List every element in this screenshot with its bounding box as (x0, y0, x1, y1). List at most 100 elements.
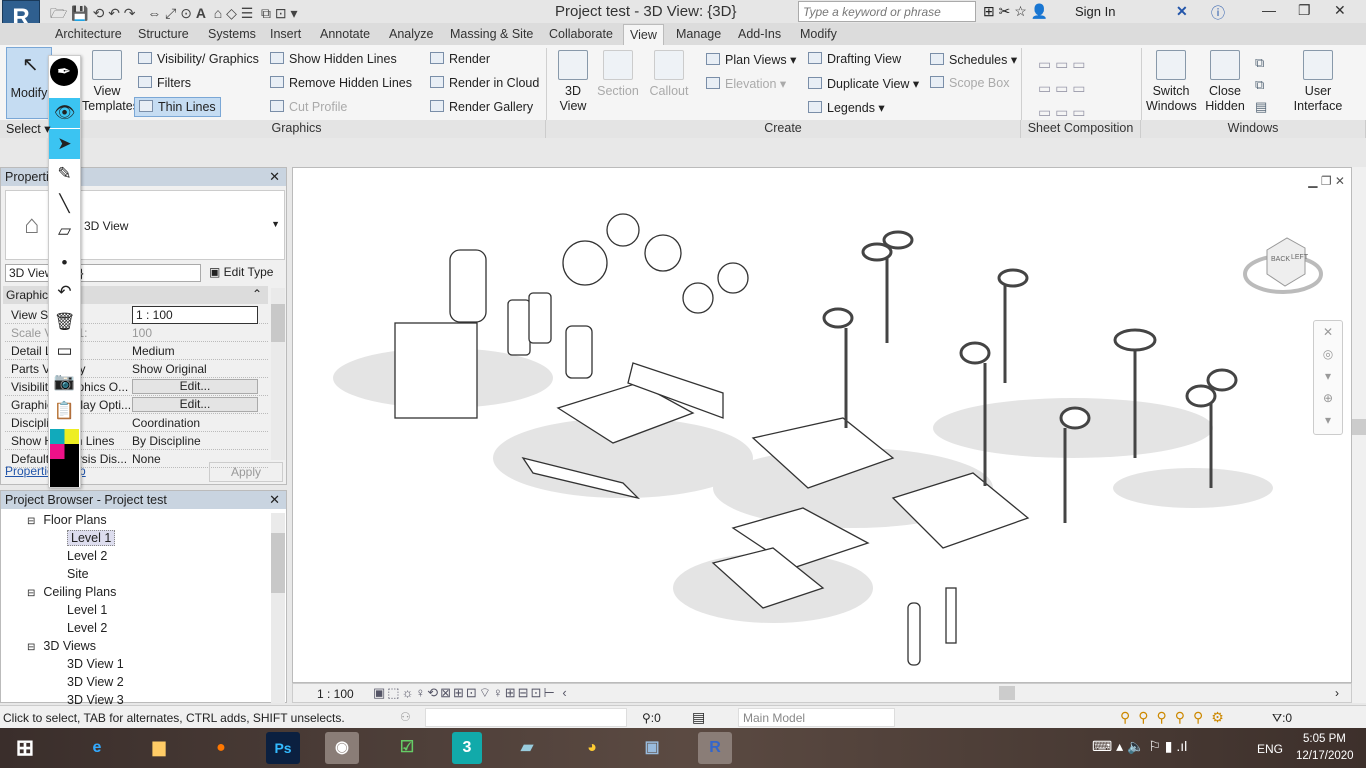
property-row[interactable]: Graphic Display Opti...Edit... (5, 396, 268, 414)
property-value[interactable]: Medium (132, 344, 175, 358)
cut-profile-button[interactable]: Cut Profile (270, 100, 347, 114)
pointer-icon[interactable]: ➤ (49, 129, 80, 159)
collapse-icon[interactable]: ⊟ (27, 642, 35, 653)
sketch-app-icon[interactable]: ☑ (390, 732, 424, 764)
notepad-icon[interactable]: ▰ (510, 732, 544, 764)
selection-toggle-icons[interactable]: ⚲⚲⚲⚲⚲⚙ (1120, 709, 1232, 726)
edit-button[interactable]: Edit... (132, 379, 258, 394)
plan-views-button[interactable]: Plan Views ▾ (706, 52, 796, 67)
legends-button[interactable]: Legends ▾ (808, 100, 885, 115)
design-options-icon[interactable]: ▤ (692, 709, 705, 726)
collapse-icon[interactable]: ⊟ (27, 516, 35, 527)
section-button[interactable]: Section (596, 50, 640, 99)
browser-scrollbar[interactable] (271, 513, 285, 703)
filters-button[interactable]: Filters (138, 76, 191, 90)
navigation-bar[interactable]: ✕ ◎ ▾ ⊕ ▾ (1313, 320, 1343, 435)
viewcube[interactable]: BACK LEFT (1243, 230, 1323, 300)
remove-hidden-lines-button[interactable]: Remove Hidden Lines (270, 76, 412, 90)
filter-status[interactable]: ⛛:0 (1272, 711, 1292, 726)
select-dropdown[interactable]: Select ▾ (0, 120, 51, 138)
tab-view[interactable]: View (623, 24, 664, 45)
show-hidden-lines-button[interactable]: Show Hidden Lines (270, 52, 397, 66)
property-row[interactable]: Scale Value 1:100 (5, 324, 268, 342)
trash-icon[interactable]: 🗑 (49, 312, 80, 332)
ie-icon[interactable]: e (80, 732, 114, 764)
tab-add-ins[interactable]: Add-Ins (738, 27, 781, 41)
pen-nib-icon[interactable]: ✒ (50, 58, 78, 86)
visibility-graphics-button[interactable]: Visibility/ Graphics (138, 52, 259, 66)
tree-item[interactable]: ⊟ Ceiling Plans (27, 585, 116, 599)
horizontal-scrollbar[interactable] (999, 686, 1015, 700)
close-icon[interactable]: ✕ (269, 169, 280, 185)
property-value[interactable]: None (132, 452, 161, 466)
property-value[interactable]: Show Original (132, 362, 207, 376)
chrome-icon[interactable]: ◕ (575, 732, 609, 764)
infocenter-icons[interactable]: ⊞ ✂ ☆ 👤 (983, 3, 1048, 20)
eraser-icon[interactable]: ▱ (49, 221, 80, 241)
tab-insert[interactable]: Insert (270, 27, 301, 41)
view-control-icons[interactable]: ▣⬚☼♀⟲⊠⊞⊡⌔♀⊞⊟⊡⊢ ‹ (373, 685, 569, 701)
user-interface-button[interactable]: User Interface (1290, 50, 1346, 114)
firefox-icon[interactable]: ● (204, 732, 238, 764)
vertical-scrollbar[interactable] (1352, 167, 1366, 703)
render-in-cloud-button[interactable]: Render in Cloud (430, 76, 539, 90)
property-row[interactable]: Visibility/Graphics O...Edit... (5, 378, 268, 396)
close-hidden-button[interactable]: Close Hidden (1200, 50, 1250, 114)
tab-structure[interactable]: Structure (138, 27, 189, 41)
camera-icon[interactable]: 📷 (49, 372, 80, 392)
edit-type-button[interactable]: ▣ Edit Type (209, 265, 273, 279)
eye-icon[interactable]: 👁 (49, 98, 80, 128)
thin-lines-button[interactable]: Thin Lines (134, 97, 221, 117)
dot-icon[interactable]: • (49, 253, 80, 273)
property-row[interactable]: Detail Level Medium (5, 342, 268, 360)
tree-item[interactable]: Level 2 (67, 549, 107, 563)
drafting-view-button[interactable]: Drafting View (808, 52, 901, 66)
schedules-button[interactable]: Schedules ▾ (930, 52, 1017, 67)
property-value[interactable]: 100 (132, 326, 152, 340)
property-row[interactable]: Show Hidden LinesBy Discipline (5, 432, 268, 450)
close-icon[interactable]: ✕ (269, 492, 280, 508)
pen-line-icon[interactable]: ╲ (49, 194, 80, 214)
property-row[interactable]: View Scale 1 : 100 (5, 306, 268, 324)
tree-item[interactable]: Level 1 (67, 603, 107, 617)
tab-architecture[interactable]: Architecture (55, 27, 122, 41)
file-explorer-icon[interactable]: ▆ (142, 732, 176, 764)
minimize-button[interactable]: — (1262, 2, 1276, 18)
search-input[interactable]: Type a keyword or phrase (798, 1, 976, 22)
sheet-composition-icons[interactable]: ▭ ▭ ▭ ▭ ▭ ▭ ▭ ▭ ▭ (1038, 52, 1108, 124)
tab-systems[interactable]: Systems (208, 27, 256, 41)
tab-annotate[interactable]: Annotate (320, 27, 370, 41)
properties-scrollbar[interactable] (271, 288, 285, 460)
property-row[interactable]: Discipline Coordination (5, 414, 268, 432)
undo-icon[interactable]: ↶ (49, 282, 80, 302)
render-gallery-button[interactable]: Render Gallery (430, 100, 533, 114)
group-header[interactable]: Graphics ⌃ (3, 286, 268, 304)
photoshop-icon[interactable]: Ps (266, 732, 300, 764)
callout-button[interactable]: Callout (646, 50, 692, 99)
pen-tool-app-icon[interactable]: ◉ (325, 732, 359, 764)
tree-item[interactable]: Level 2 (67, 621, 107, 635)
window-arrange-icons[interactable]: ⧉ ⧉ ▤ (1255, 52, 1267, 118)
tab-manage[interactable]: Manage (676, 27, 721, 41)
color-palette[interactable] (50, 429, 79, 487)
revit-taskbar-icon[interactable]: R (698, 732, 732, 764)
clock-date[interactable]: 12/17/2020 (1296, 750, 1354, 762)
clock-time[interactable]: 5:05 PM (1303, 733, 1346, 745)
view-scale[interactable]: 1 : 100 (317, 687, 354, 701)
view-window-controls[interactable]: ▁ ❐ ✕ (1308, 174, 1345, 188)
viewcube-back-face[interactable]: BACK (1271, 256, 1290, 263)
exchange-icon[interactable]: ✕ (1176, 3, 1188, 20)
tab-analyze[interactable]: Analyze (389, 27, 433, 41)
tab-massing-site[interactable]: Massing & Site (450, 27, 533, 41)
help-icon[interactable]: ⓘ (1211, 3, 1225, 23)
type-selector[interactable]: ⌂ 3D View ▼ (5, 190, 285, 260)
apply-button[interactable]: Apply (209, 462, 283, 482)
scope-box-button[interactable]: Scope Box (930, 76, 1009, 90)
design-option-dropdown[interactable]: Main Model (738, 708, 895, 727)
instance-selector[interactable]: 3D View: {3D} (5, 264, 201, 282)
switch-windows-button[interactable]: Switch Windows (1146, 50, 1197, 114)
system-tray-icons[interactable]: ⌨ ▴ 🔈 ⚐ ▮ .ıl (1092, 738, 1187, 755)
tree-item[interactable]: Level 1 (67, 530, 116, 546)
collapse-icon[interactable]: ⊟ (27, 588, 35, 599)
clipboard-icon[interactable]: 📋 (49, 401, 80, 421)
